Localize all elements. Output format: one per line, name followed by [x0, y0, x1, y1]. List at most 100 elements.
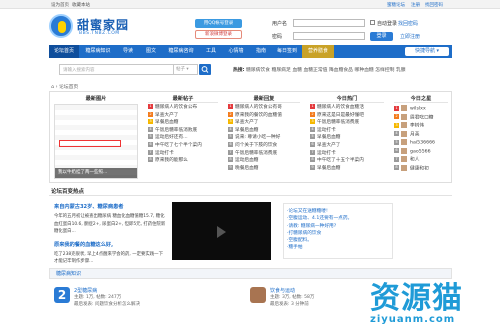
card-title[interactable]: 2型糖尿病 — [74, 287, 97, 294]
list-item[interactable]: 9 晚餐后血糖 — [228, 164, 282, 173]
nav-item-checkin[interactable]: 每日签到 — [273, 45, 301, 58]
star-user[interactable]: 2 眉君吃口糖 — [394, 113, 435, 123]
top-register-link[interactable]: 注册 — [411, 2, 420, 8]
search-input[interactable]: 请输入搜索内容 — [59, 64, 189, 75]
nav-item-tools[interactable]: 工具 — [200, 45, 222, 58]
card-stats: 主题: 3万, 帖数: 58万 — [270, 295, 315, 300]
nav-item-consult[interactable]: 糖尿病咨询 — [163, 45, 199, 58]
home-icon[interactable]: ⌂ — [51, 85, 54, 90]
avatar — [401, 122, 407, 128]
set-home-link[interactable]: 设为首页 — [51, 2, 69, 8]
list-item[interactable]: 8 中午吃了十五个半菜内 — [310, 157, 364, 165]
video-player[interactable] — [172, 202, 271, 260]
star-user[interactable]: 4 月英 — [394, 130, 435, 140]
star-user[interactable]: 6 gao5566 — [394, 147, 435, 157]
top-forgot-link[interactable]: 找回密码 — [425, 2, 443, 8]
divider — [148, 102, 218, 103]
list-item[interactable]: 5 说来: 尊请小吃一种好 — [228, 134, 282, 142]
today-hot-title: 今日热门 — [336, 96, 358, 102]
latest-replies-title: 最新回复 — [253, 96, 275, 102]
hot-word[interactable]: 降血糖食品 — [329, 68, 353, 73]
star-user[interactable]: 5 hai536666 — [394, 139, 435, 148]
qq-login-button[interactable]: 用QQ帐号登录 — [195, 19, 242, 28]
weibo-login-button[interactable]: 新浪微博登录 — [195, 30, 242, 39]
forgot-password-link[interactable]: 找回密码 — [398, 20, 418, 27]
nav-item-mood[interactable]: 心情墙 — [223, 45, 249, 58]
star-user[interactable]: 1 wilslxx — [394, 105, 435, 114]
search-button[interactable] — [199, 64, 211, 75]
star-user[interactable]: 8 健康和初 — [394, 164, 435, 174]
auto-login-checkbox[interactable] — [370, 20, 375, 26]
nav-item-pictures[interactable]: 图文 — [140, 45, 162, 58]
password-label: 密码 — [272, 34, 283, 40]
hot-word[interactable]: 糖尿病饮食 — [246, 68, 270, 73]
list-item[interactable]: 9 早餐后血糖 — [310, 164, 364, 173]
list-item[interactable]: 1 糖尿病人的饮食公有哥 — [228, 104, 282, 112]
star-user[interactable]: 7 和人 — [394, 156, 435, 165]
forum-card-diet[interactable]: 饮食与运动 主题: 3万, 帖数: 58万 最后发表: 3 分钟前 — [250, 284, 350, 314]
avatar — [401, 156, 407, 162]
related-link[interactable]: ·空腹运动、4.1还要有一点药。 — [284, 215, 392, 222]
list-item[interactable]: 6 早查大产了 — [310, 141, 364, 150]
username-field[interactable] — [293, 19, 365, 27]
related-link[interactable]: ·糖手帕 — [284, 244, 392, 251]
list-item[interactable]: 2 早查大产了 — [148, 111, 202, 120]
card-title[interactable]: 饮食与运动 — [270, 287, 295, 294]
list-item[interactable]: 6 问个关于下肢的饮食 — [228, 141, 282, 150]
nav-item-guidebook[interactable]: 指南 — [250, 45, 272, 58]
nav-item-home[interactable]: 论坛首页 — [49, 45, 79, 58]
related-link[interactable]: ·打糖尿病的饮食 — [284, 230, 392, 237]
news-block: 来自内蒙古32岁、糖尿病患者 今年的五月初让被查出糖尿病 糖血化血糖值糖15.7… — [54, 203, 166, 266]
logo-icon[interactable] — [49, 14, 73, 38]
list-item[interactable]: 4 运动打卡 — [310, 126, 364, 135]
related-link[interactable]: ·空腹配料。 — [284, 237, 392, 244]
list-item[interactable]: 1 糖尿病人的饮食公布 — [148, 104, 202, 112]
divider — [394, 102, 448, 103]
list-item[interactable]: 8 原来我的能那么 — [148, 157, 202, 165]
news-headline[interactable]: 原来我的餐的血糖这么好, — [54, 241, 166, 248]
list-item[interactable]: 1 糖尿病人的饮食血糖活 — [310, 104, 364, 112]
related-link[interactable]: ·论坛又在送糖糖喽! — [284, 208, 392, 215]
list-item[interactable]: 3 早查大产了 — [228, 119, 282, 127]
hot-word[interactable]: 哪种血糖 — [355, 68, 374, 73]
list-item[interactable]: 2 原来这是日是最好懂吧 — [310, 111, 364, 120]
list-item[interactable]: 7 运动打卡 — [148, 149, 202, 158]
list-item[interactable]: 3 午饭后糖率低消费底 — [310, 119, 364, 127]
login-button[interactable]: 登录 — [370, 32, 393, 41]
hot-word[interactable]: 血糖正常值 — [303, 68, 327, 73]
list-item[interactable]: 4 午饭后糖率低消败底 — [148, 126, 202, 135]
list-item[interactable]: 4 早餐后血糖 — [228, 126, 282, 135]
divider — [228, 102, 300, 103]
register-link[interactable]: 立即注册 — [400, 33, 420, 40]
list-item[interactable]: 5 运动后好还有... — [148, 134, 202, 142]
hot-word[interactable]: 糖尿病足 — [272, 68, 291, 73]
list-item[interactable]: 7 运动打卡 — [310, 149, 364, 158]
news-headline[interactable]: 来自内蒙古32岁、糖尿病患者 — [54, 203, 166, 210]
list-item[interactable]: 5 早餐后血糖 — [310, 134, 364, 142]
breadcrumb: ⌂ › 论坛首页 — [51, 85, 79, 90]
hot-word[interactable]: 乳腺 — [396, 68, 406, 73]
photo-caption[interactable]: 我以牛奶挂了两一些照... — [55, 168, 137, 178]
search-type-select[interactable]: 帖子 ▾ — [173, 64, 198, 75]
breadcrumb-item[interactable]: 论坛首页 — [59, 85, 78, 90]
related-link[interactable]: ·请教: 糖尿病一种好用? — [284, 223, 392, 230]
search-icon — [201, 66, 209, 73]
list-item[interactable]: 8 运动后血糖 — [228, 157, 282, 165]
top-forum-link[interactable]: 蜜糖论坛 — [387, 2, 405, 8]
hot-word[interactable]: 血糖 — [292, 68, 302, 73]
nav-item-guide[interactable]: 导读 — [117, 45, 139, 58]
forum-card-type2[interactable]: 2 2型糖尿病 主题: 1万, 帖数: 247万 最后发表: 问题饮食分析怎么解… — [54, 284, 194, 314]
hot-word[interactable]: 怎样控制 — [375, 68, 394, 73]
list-item[interactable]: 3 早餐后血糖 — [148, 119, 202, 127]
nav-item-knowledge[interactable]: 糖尿病知识 — [80, 45, 116, 58]
star-user[interactable]: 3 李树伟 — [394, 122, 435, 131]
list-item[interactable]: 7 午饭后糖率低消费底 — [228, 149, 282, 158]
bookmark-link[interactable]: 收藏本站 — [72, 2, 90, 8]
list-item[interactable]: 6 中午吃了七个半个菜内 — [148, 141, 202, 150]
list-item[interactable]: 2 原来我的餐饮的血糖值 — [228, 111, 282, 120]
nav-item-nutrition[interactable]: 营养膳食 — [302, 45, 334, 58]
password-field[interactable] — [293, 32, 365, 40]
quick-nav-button[interactable]: 快捷导航 ▾ — [405, 47, 449, 56]
latest-photo[interactable]: 我以牛奶挂了两一些照... — [54, 104, 138, 179]
card-stats: 主题: 1万, 帖数: 247万 — [74, 295, 122, 300]
